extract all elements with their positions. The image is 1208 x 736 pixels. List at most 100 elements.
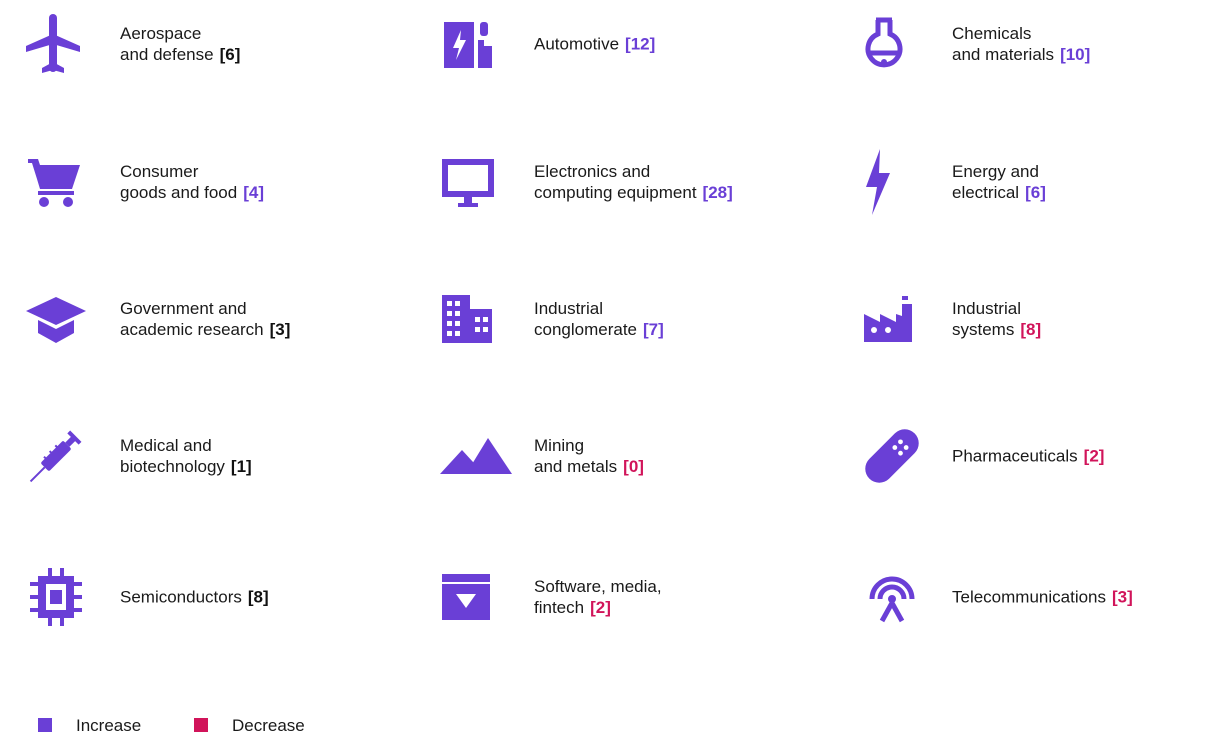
industry-name-text: computing equipment — [534, 183, 697, 202]
industry-label-line: Chemicals — [952, 23, 1090, 44]
industry-name-text: Mining — [534, 436, 585, 455]
industry-name-text: Automotive — [534, 34, 620, 54]
industry-count: [4] — [243, 183, 264, 202]
industry-label-line: Industrial — [952, 298, 1041, 319]
industry-label-line: Semiconductors [8] — [120, 587, 269, 608]
lightning-bolt-icon — [864, 137, 934, 227]
industry-label: Mining and metals [0] — [534, 435, 644, 477]
industry-label-line: Energy and — [952, 161, 1046, 182]
industry-item: Telecommunications [3] — [858, 552, 1208, 642]
industry-label-line: biotechnology [1] — [120, 456, 252, 477]
industry-name-text: Medical and — [120, 436, 212, 455]
increase-label: Increase — [76, 716, 142, 735]
increase-swatch — [38, 718, 52, 732]
industry-label-line: Electronics and — [534, 161, 733, 182]
industry-label-line: Telecommunications [3] — [952, 587, 1133, 608]
industry-name-text: Telecommunications — [952, 587, 1107, 607]
industry-item: Mining and metals [0] — [440, 411, 800, 501]
industry-count: [0] — [623, 457, 644, 476]
industry-count: [1] — [230, 457, 252, 476]
industry-label-line: Automotive [12] — [534, 34, 655, 55]
industry-item: Semiconductors [8] — [26, 552, 386, 642]
industry-label-line: academic research [3] — [120, 319, 290, 340]
industry-name-text: academic research — [120, 320, 264, 339]
industry-label-line: and defense [6] — [120, 44, 240, 65]
industry-name-text: Aerospace — [120, 24, 202, 43]
bandage-icon — [864, 411, 934, 501]
industry-name-text: goods and food — [120, 183, 238, 202]
industry-label: Semiconductors [8] — [120, 587, 269, 608]
industry-name-text: Software, media, — [534, 577, 662, 596]
industry-name-text: Consumer — [120, 162, 199, 181]
industry-item: Energy and electrical [6] — [858, 137, 1208, 227]
chip-icon — [26, 552, 96, 642]
ev-charger-icon — [440, 0, 510, 89]
industry-name-text: biotechnology — [120, 457, 225, 476]
industry-label: Government and academic research [3] — [120, 298, 290, 340]
industry-label-line: Pharmaceuticals [2] — [952, 446, 1104, 467]
shopping-cart-icon — [26, 137, 96, 227]
industry-count: [3] — [1112, 587, 1133, 607]
industry-label: Medical and biotechnology [1] — [120, 435, 252, 477]
industry-label-line: and materials [10] — [952, 44, 1090, 65]
industry-item: Medical and biotechnology [1] — [26, 411, 386, 501]
industry-label-line: Industrial — [534, 298, 664, 319]
industry-name-text: Electronics and — [534, 162, 651, 181]
industry-name-text: and metals — [534, 457, 618, 476]
industry-item: Software, media, fintech [2] — [440, 552, 800, 642]
graduation-cap-icon — [26, 274, 96, 364]
archive-box-icon — [440, 552, 510, 642]
decrease-label: Decrease — [232, 716, 305, 735]
industry-name-text: Pharmaceuticals — [952, 446, 1078, 466]
industry-item: Industrial systems [8] — [858, 274, 1208, 364]
industry-label: Electronics and computing equipment [28] — [534, 161, 733, 203]
industry-label: Industrial systems [8] — [952, 298, 1041, 340]
industry-label-line: Aerospace — [120, 23, 240, 44]
industry-label-line: goods and food [4] — [120, 182, 264, 203]
industry-count: [10] — [1060, 45, 1091, 64]
industry-name-text: electrical — [952, 183, 1020, 202]
industry-name-text: conglomerate — [534, 320, 638, 339]
industry-name-text: fintech — [534, 598, 585, 617]
industry-label: Energy and electrical [6] — [952, 161, 1046, 203]
factory-icon — [864, 274, 934, 364]
industry-item: Chemicals and materials [10] — [858, 0, 1208, 89]
industry-count: [2] — [590, 598, 611, 617]
industry-label-line: Government and — [120, 298, 290, 319]
industry-label: Automotive [12] — [534, 34, 655, 55]
industry-item: Automotive [12] — [440, 0, 800, 89]
industry-label: Telecommunications [3] — [952, 587, 1133, 608]
industry-item: Government and academic research [3] — [26, 274, 386, 364]
flask-icon — [864, 0, 934, 89]
industry-name-text: Semiconductors — [120, 587, 242, 607]
syringe-icon — [26, 411, 96, 501]
industry-name-text: Government and — [120, 299, 247, 318]
industry-count: [8] — [1020, 320, 1042, 339]
industry-label-line: conglomerate [7] — [534, 319, 664, 340]
industry-count: [6] — [219, 45, 241, 64]
monitor-icon — [440, 137, 510, 227]
industry-label-line: electrical [6] — [952, 182, 1046, 203]
industry-label-line: Medical and — [120, 435, 252, 456]
industry-item: Aerospace and defense [6] — [26, 0, 386, 89]
industry-item: Pharmaceuticals [2] — [858, 411, 1208, 501]
industry-item: Industrial conglomerate [7] — [440, 274, 800, 364]
industry-label: Industrial conglomerate [7] — [534, 298, 664, 340]
industry-label-line: systems [8] — [952, 319, 1041, 340]
industry-count: [3] — [269, 320, 291, 339]
industry-name-text: systems — [952, 320, 1015, 339]
industry-count: [2] — [1083, 446, 1105, 466]
industry-label: Pharmaceuticals [2] — [952, 446, 1104, 467]
industry-label: Software, media, fintech [2] — [534, 576, 662, 618]
industry-count: [7] — [643, 320, 664, 339]
industry-label-line: Software, media, — [534, 576, 662, 597]
industry-label: Chemicals and materials [10] — [952, 23, 1090, 65]
industry-name-text: Industrial — [534, 299, 603, 318]
industry-label: Aerospace and defense [6] — [120, 23, 240, 65]
industry-name-text: and materials — [952, 45, 1055, 64]
industry-name-text: Industrial — [952, 299, 1021, 318]
industry-label-line: fintech [2] — [534, 597, 662, 618]
decrease-swatch — [194, 718, 208, 732]
office-building-icon — [440, 274, 510, 364]
industry-name-text: Chemicals — [952, 24, 1032, 43]
